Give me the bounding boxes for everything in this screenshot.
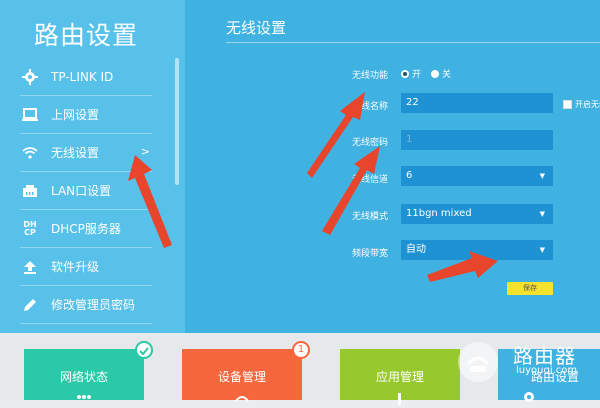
sidebar-item-label: 上网设置 — [51, 108, 100, 122]
gear-icon — [521, 389, 537, 405]
tile-label: 网络状态 — [59, 370, 108, 384]
sidebar-item-upgrade[interactable]: 软件升级 — [20, 248, 152, 286]
sidebar-item-dhcp[interactable]: DH CP DHCP服务器 — [20, 210, 152, 248]
sidebar-item-label: 软件升级 — [51, 260, 100, 274]
laptop-icon — [20, 105, 40, 125]
sidebar-title: 路由设置 — [34, 21, 139, 50]
radio-off-label: 关 — [442, 70, 452, 80]
router-logo-icon — [458, 342, 498, 382]
chevron-right-icon: > — [140, 145, 150, 158]
wireless-name-input[interactable]: 22 — [401, 93, 553, 113]
watermark-logo: 路由器 luyouqi.com — [458, 338, 600, 388]
sidebar-item-internet[interactable]: 上网设置 — [20, 96, 152, 134]
sidebar-item-label: 无线设置 — [51, 146, 100, 160]
dhcp-icon: DH CP — [23, 219, 37, 237]
channel-label: 无线信道 — [352, 175, 389, 185]
sidebar-item-label: 修改管理员密码 — [51, 298, 136, 312]
sidebar-item-lan[interactable]: LAN口设置 — [20, 172, 152, 210]
gear-icon — [20, 67, 40, 87]
wifi-signal-icon — [234, 389, 250, 405]
sidebar-item-label: DHCP服务器 — [51, 222, 121, 236]
sidebar-item-tplink-id[interactable]: TP-LINK ID — [20, 58, 152, 96]
wireless-function-label: 无线功能 — [352, 71, 389, 81]
mode-label: 无线模式 — [352, 212, 389, 222]
radio-on-label: 开 — [412, 70, 422, 80]
sidebar: 路由设置 TP-LINK ID 上网设置 无线设置 > LAN口设置 DH CP… — [0, 0, 185, 333]
section-divider — [226, 42, 600, 43]
wifi-icon — [20, 143, 40, 163]
tile-label: 设备管理 — [217, 370, 266, 384]
checkbox-box[interactable] — [563, 100, 572, 109]
bar-icon — [392, 389, 408, 405]
sidebar-scrollbar[interactable] — [175, 58, 179, 185]
dots-icon — [76, 389, 92, 405]
notification-badge: 1 — [292, 341, 310, 359]
channel-select[interactable]: 6 — [401, 166, 553, 186]
enable-wireless-checkbox[interactable]: 开启无线 — [563, 99, 600, 110]
tile-device-management[interactable]: 设备管理 — [182, 349, 302, 402]
check-badge — [135, 341, 153, 359]
wireless-password-label: 无线密码 — [352, 138, 389, 148]
wireless-password-input[interactable]: 1 — [401, 130, 553, 150]
wireless-function-radio-group: 开 关 — [401, 67, 451, 80]
lan-port-icon — [20, 181, 40, 201]
checkbox-label: 开启无线 — [575, 100, 600, 109]
pencil-icon — [20, 295, 40, 315]
upload-icon — [20, 257, 40, 277]
watermark-subtext: luyouqi.com — [516, 365, 578, 376]
wireless-name-label: 无线名称 — [352, 102, 389, 112]
sidebar-item-label: LAN口设置 — [51, 184, 112, 198]
tile-network-status[interactable]: 网络状态 — [24, 349, 144, 400]
radio-on[interactable] — [401, 69, 409, 78]
section-title: 无线设置 — [226, 19, 287, 37]
radio-off[interactable] — [431, 69, 440, 78]
save-button[interactable]: 保存 — [507, 282, 553, 295]
sidebar-item-label: TP-LINK ID — [51, 69, 114, 84]
tile-app-management[interactable]: 应用管理 — [340, 349, 460, 405]
bandwidth-label: 频段带宽 — [352, 249, 389, 259]
tile-label: 应用管理 — [375, 370, 424, 384]
sidebar-item-admin-password[interactable]: 修改管理员密码 — [20, 286, 152, 324]
mode-select[interactable]: 11bgn mixed — [401, 204, 553, 224]
bandwidth-select[interactable]: 自动 — [401, 240, 553, 260]
sidebar-item-wireless[interactable]: 无线设置 > — [20, 134, 152, 172]
